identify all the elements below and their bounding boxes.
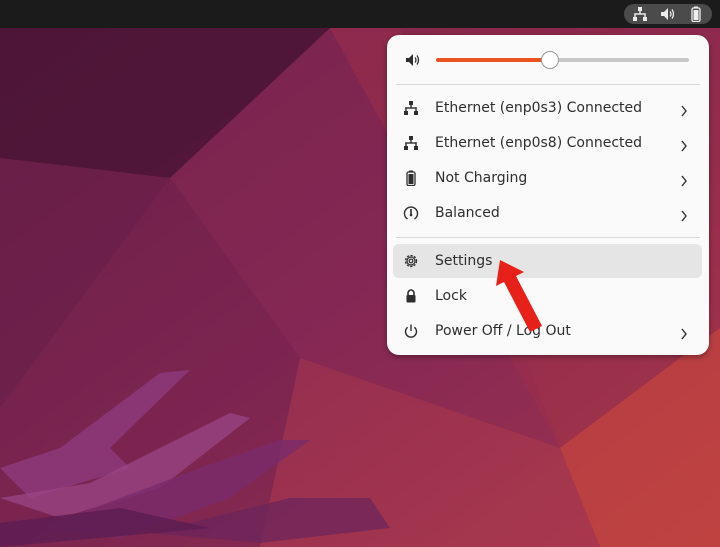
power-profile-icon [403,205,419,221]
menu-item-ethernet-enp0s3[interactable]: Ethernet (enp0s3) Connected [393,91,702,125]
menu-item-label: Ethernet (enp0s3) Connected [435,100,642,116]
menu-item-power-profile[interactable]: Balanced [393,196,702,230]
system-menu: Ethernet (enp0s3) Connected Ethernet (en… [387,35,709,355]
power-icon [403,323,419,339]
menu-item-label: Settings [435,253,493,269]
battery-icon [688,6,704,22]
volume-row [387,47,709,73]
menu-separator [396,237,700,238]
menu-separator [396,84,700,85]
menu-item-label: Ethernet (enp0s8) Connected [435,135,642,151]
chevron-right-icon [680,172,688,187]
chevron-right-icon [680,102,688,117]
menu-item-label: Lock [435,288,467,304]
volume-slider-knob[interactable] [540,51,559,69]
menu-item-label: Balanced [435,205,500,221]
network-wired-icon [403,135,419,151]
menu-item-battery[interactable]: Not Charging [393,161,702,195]
chevron-right-icon [680,207,688,222]
system-indicators[interactable] [624,4,712,24]
volume-slider[interactable] [436,51,689,69]
red-arrow-icon [496,260,542,332]
speaker-icon [660,6,676,22]
speaker-icon [405,52,421,68]
menu-item-ethernet-enp0s8[interactable]: Ethernet (enp0s8) Connected [393,126,702,160]
volume-slider-fill [436,58,550,62]
top-bar [0,0,720,28]
network-wired-icon [403,100,419,116]
network-wired-icon [632,6,648,22]
chevron-right-icon [680,137,688,152]
lock-icon [403,288,419,304]
gear-icon [403,253,419,269]
battery-icon [403,170,419,187]
menu-item-label: Not Charging [435,170,528,186]
chevron-right-icon [680,325,688,340]
